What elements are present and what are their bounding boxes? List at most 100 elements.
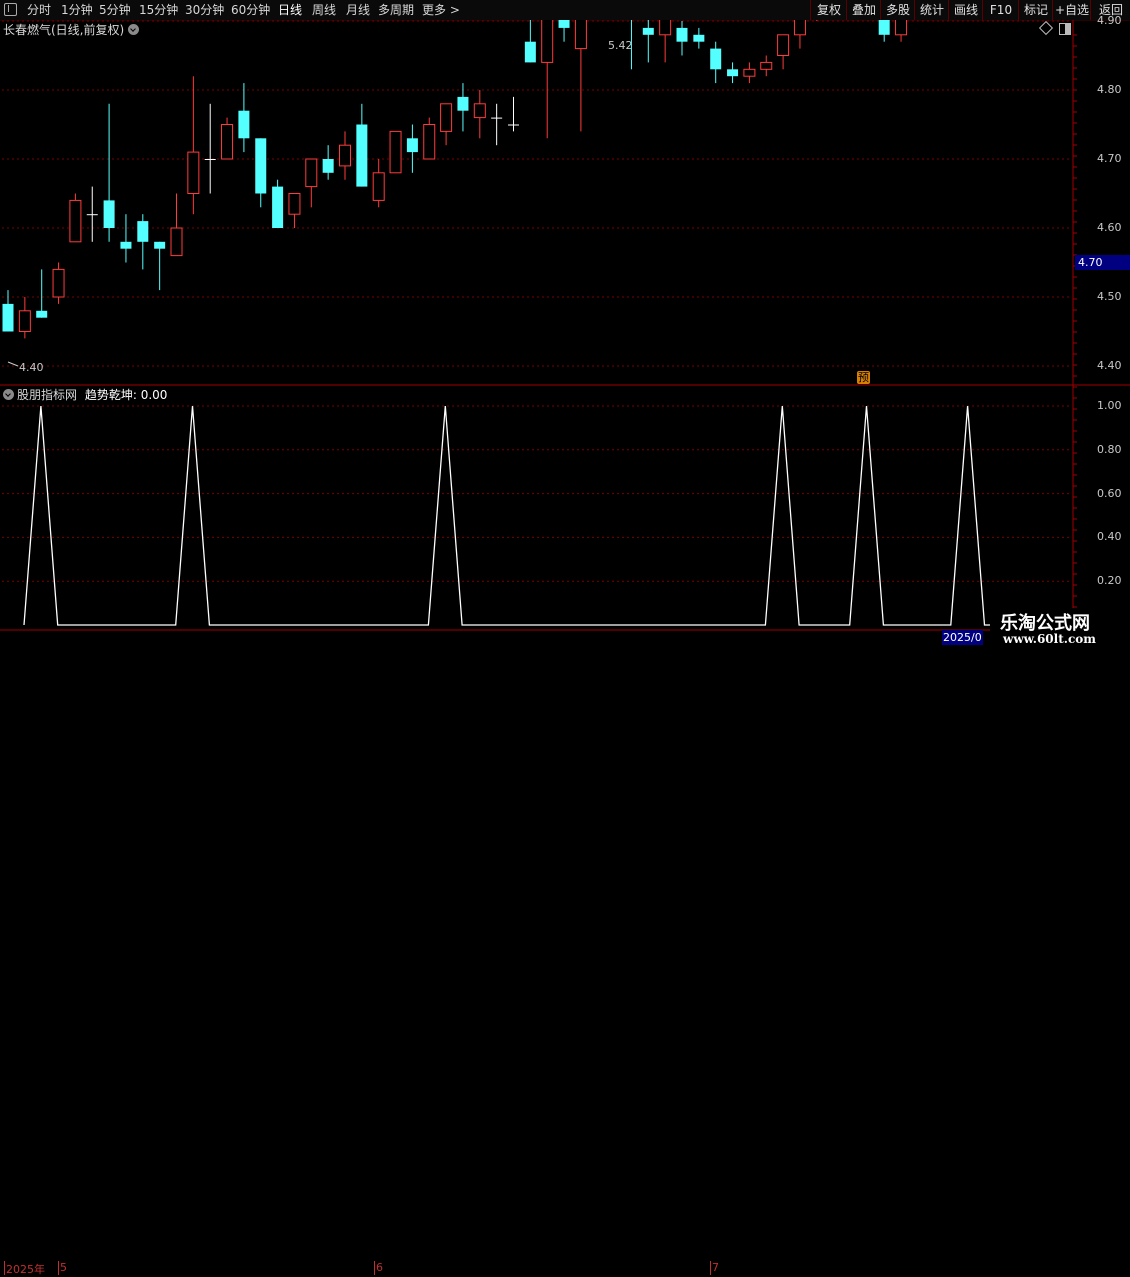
period-tab[interactable]: 5分钟 [99,2,131,18]
price-tick-label: 4.90 [1097,14,1122,27]
low-marker [7,361,19,367]
candle-body [52,268,65,298]
candle [793,20,806,49]
price-tick-label: 4.60 [1097,221,1122,234]
indicator-gridlines [2,405,1072,582]
candle [777,34,790,70]
candle [524,20,536,63]
indicator-line [23,405,1035,626]
candle-body [154,241,166,249]
candle-body [793,20,806,36]
period-tab[interactable]: 月线 [346,2,370,18]
period-tab[interactable]: 60分钟 [231,2,270,18]
candle-body [86,214,98,216]
date-tick-label: 6 [376,1261,383,1274]
price-tick-label: 4.40 [1097,359,1122,372]
candle-body [103,200,115,228]
candle [642,20,654,63]
candle [574,20,587,132]
candle [238,83,250,153]
chevron-down-icon[interactable] [128,24,139,35]
candle-body [204,159,216,160]
period-tab[interactable]: 30分钟 [185,2,224,18]
toolbar-button[interactable]: 标记 [1018,0,1053,20]
candle [137,214,149,270]
stock-title: 长春燃气(日线,前复权) [3,23,125,37]
period-tab[interactable]: 分时 [27,2,51,18]
candle [760,55,773,77]
toolbar-button[interactable]: 叠加 [846,0,881,20]
price-tick-label: 4.50 [1097,290,1122,303]
panel-toggle-icon[interactable] [1059,23,1071,35]
candle [676,21,688,56]
toolbar-button[interactable]: 统计 [914,0,949,20]
period-tab[interactable]: 更多 > [422,2,460,18]
candle-body [305,158,318,188]
candle-body [272,186,284,228]
candle-body [170,227,183,257]
candle-body [659,20,672,36]
candle [491,103,503,146]
candle-body [642,27,654,35]
candle [69,193,82,243]
forecast-badge[interactable]: 预 [857,371,870,384]
candle [322,145,334,180]
candle [103,103,115,242]
toolbar-button[interactable]: 多股 [880,0,915,20]
date-tick [710,1261,711,1275]
candle-body [676,27,688,42]
candle [558,20,570,42]
candle-body [473,103,486,119]
candle-body [710,48,722,70]
candle [895,20,908,42]
candle [878,20,890,42]
candle-body [743,68,756,77]
low-price-label: 4.40 [19,361,44,374]
indicator-source: 股朋指标网 [17,388,78,402]
candle [372,159,385,208]
candle [170,193,183,257]
period-tab[interactable]: 多周期 [378,2,414,18]
period-tab[interactable]: 周线 [312,2,336,18]
candle-body [339,144,351,167]
period-tab[interactable]: 1分钟 [61,2,93,18]
candle [18,297,31,339]
period-tab[interactable]: 15分钟 [139,2,178,18]
candle-body [187,151,200,195]
date-tick-label: 2025年 [6,1263,45,1276]
window-icon[interactable] [4,3,17,16]
candle [288,193,301,228]
candle-body [508,124,519,126]
date-cursor-label: 2025/0 [942,630,983,645]
indicator-tick-label: 0.80 [1097,442,1122,456]
candle [710,41,722,84]
date-tick [374,1261,375,1275]
candle [272,179,284,228]
candle-body [69,199,82,243]
candle [473,90,486,139]
main-gridlines [2,20,1072,367]
candlestick-series [2,20,908,367]
candle-body [760,61,773,70]
toolbar-button[interactable]: +自选 [1052,0,1091,20]
candle-body [574,20,587,50]
chevron-down-icon[interactable] [3,389,14,400]
candle-body [372,172,385,201]
candle [221,117,234,160]
chart-canvas [0,20,1130,631]
date-tick-label: 5 [60,1261,67,1274]
candle [743,62,756,84]
candle-body [727,69,739,77]
candle-body [36,310,48,318]
date-tick [4,1261,5,1275]
period-tab[interactable]: 日线 [278,2,302,18]
toolbar-button[interactable]: 复权 [810,0,847,20]
candle [2,290,14,332]
main-chart-title: 长春燃气(日线,前复权) [3,21,124,38]
candle [457,83,469,132]
toolbar-button[interactable]: 画线 [948,0,983,20]
candle-body [221,124,234,160]
candle [440,103,453,146]
toolbar-button[interactable]: F10 [982,0,1019,20]
candle [356,103,368,187]
